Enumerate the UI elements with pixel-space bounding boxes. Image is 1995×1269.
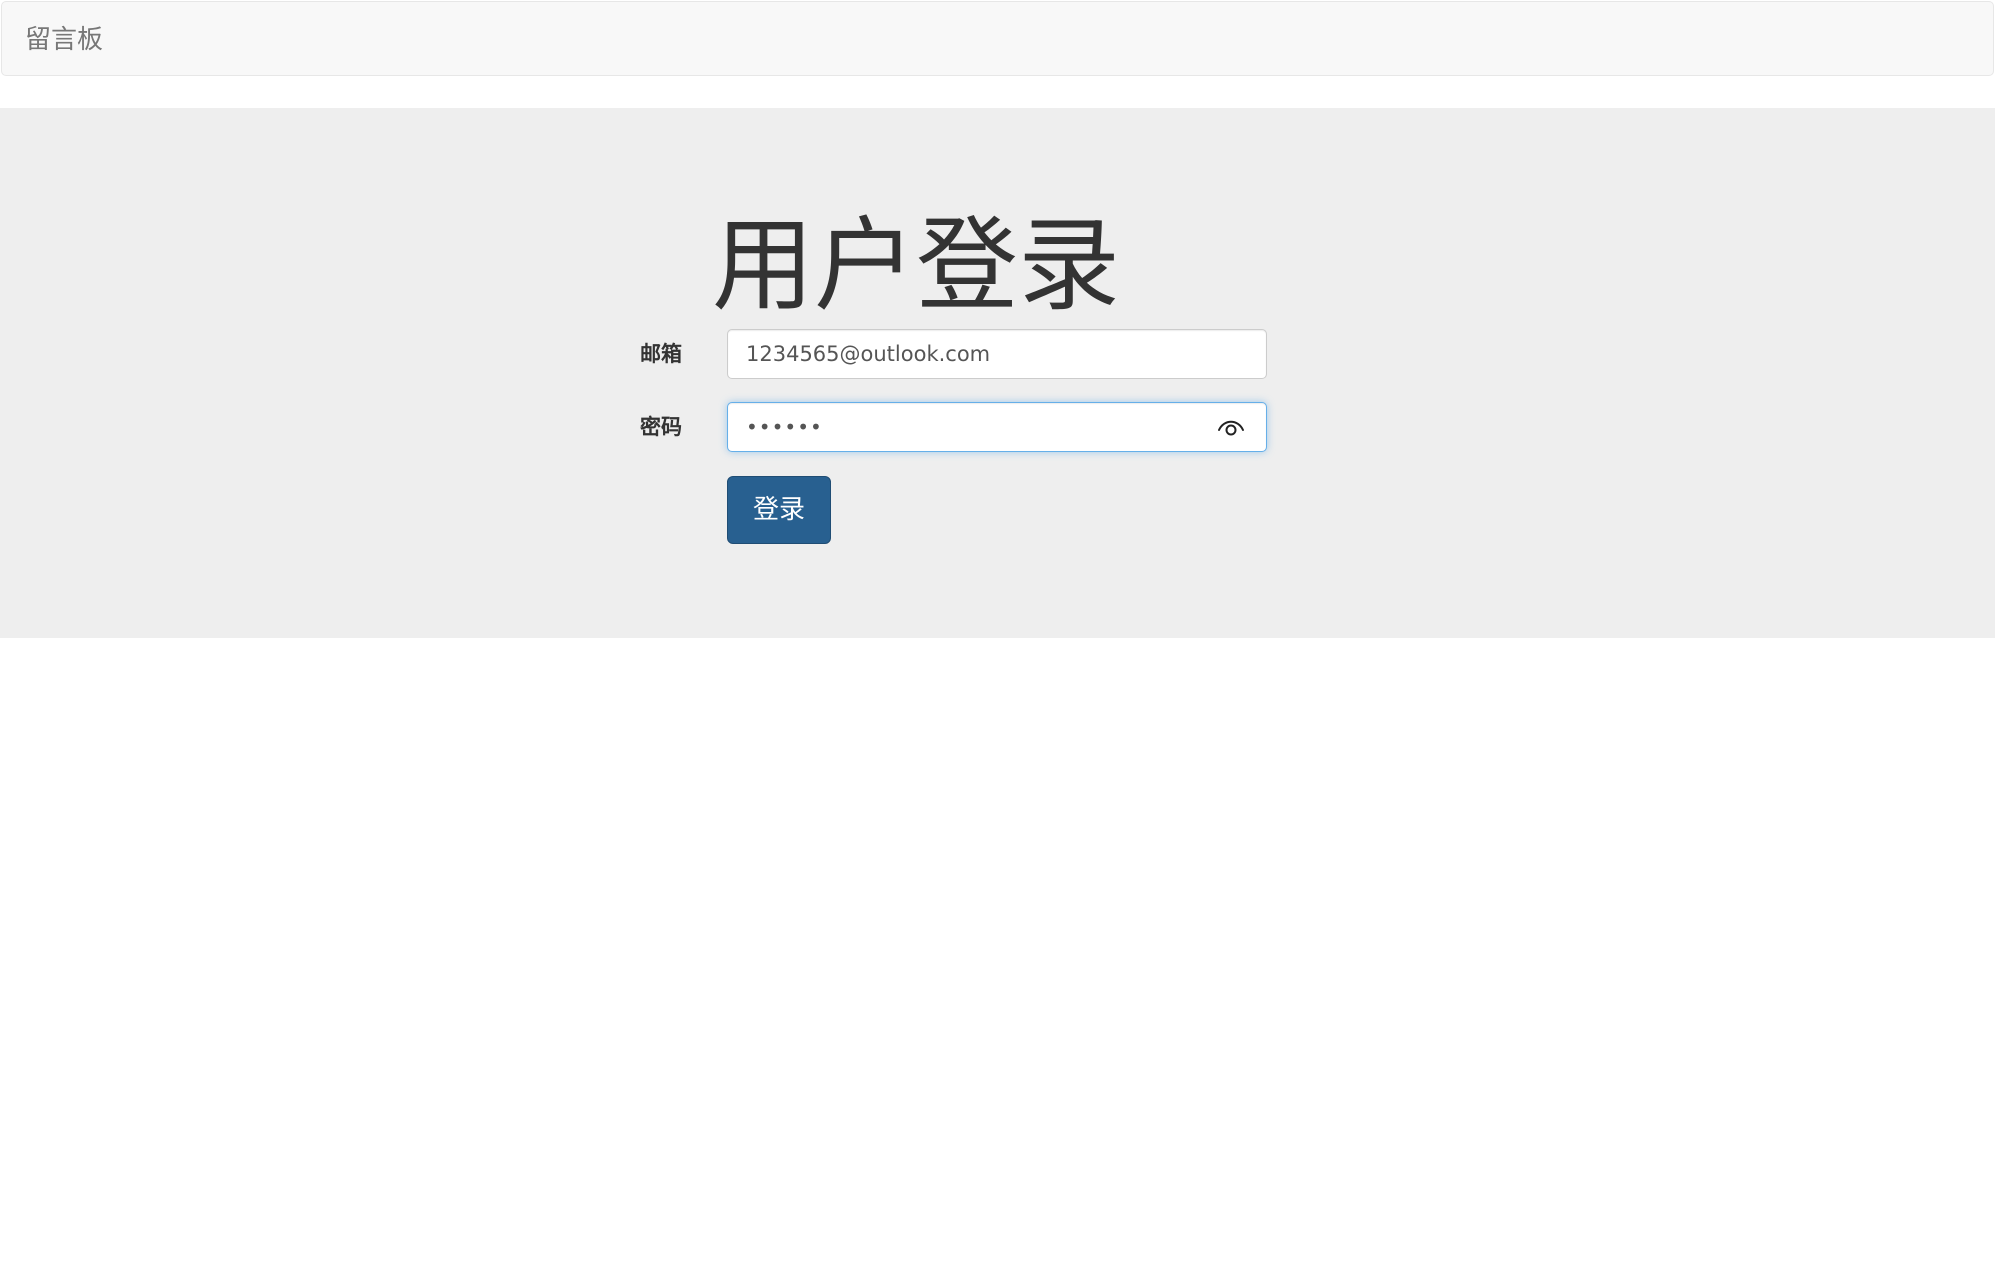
password-input[interactable] (746, 403, 1216, 451)
email-field-wrapper (727, 329, 1267, 379)
page-title: 用户登录 (712, 207, 1120, 326)
login-panel: 用户登录 邮箱 密码 登录 (0, 108, 1995, 638)
brand-link[interactable]: 留言板 (25, 22, 103, 58)
email-label: 邮箱 (640, 342, 682, 366)
navbar: 留言板 (1, 1, 1994, 76)
login-button[interactable]: 登录 (727, 476, 831, 544)
password-field-wrapper (727, 402, 1267, 452)
eye-icon[interactable] (1216, 416, 1246, 438)
email-input[interactable] (746, 330, 1216, 378)
password-label: 密码 (640, 415, 682, 439)
